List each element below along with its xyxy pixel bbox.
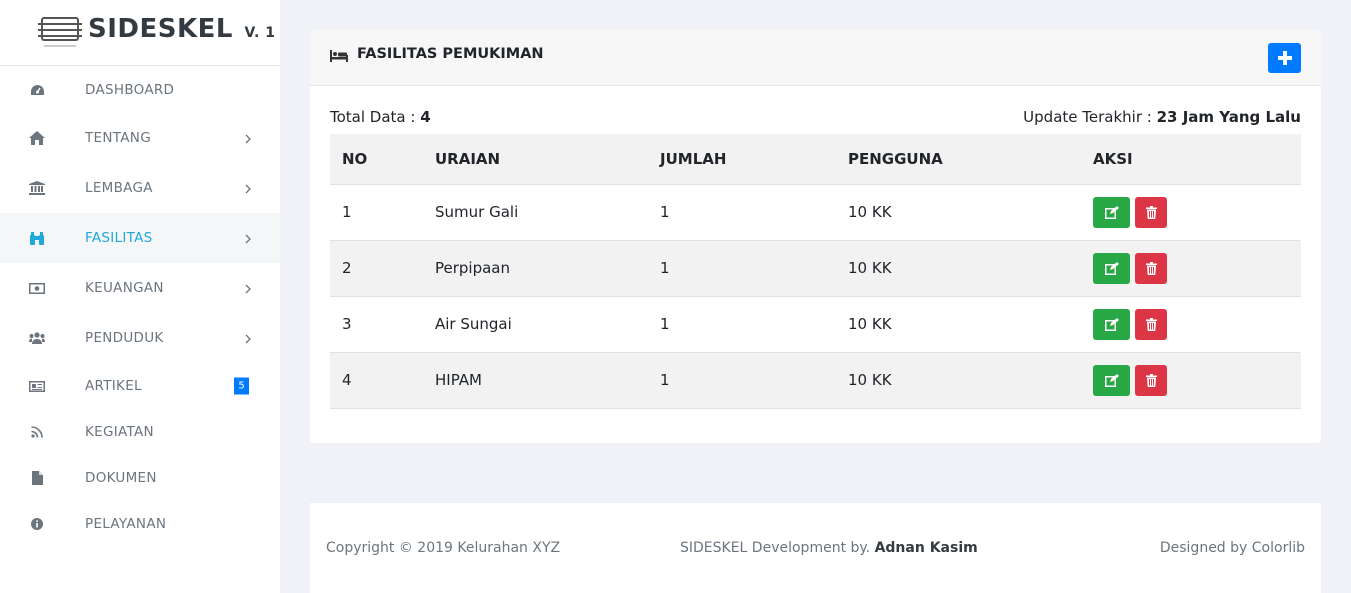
delete-button[interactable] xyxy=(1135,308,1167,340)
column-header-uraian: URAIAN xyxy=(435,134,660,185)
plus-icon xyxy=(1277,51,1292,65)
file-icon xyxy=(29,470,45,486)
cell-pengguna: 10 KK xyxy=(848,296,1093,353)
copyright-text: Copyright © 2019 Kelurahan XYZ xyxy=(326,540,561,556)
chevron-right-icon xyxy=(245,184,251,194)
cell-jumlah: 1 xyxy=(660,240,848,297)
edit-button[interactable] xyxy=(1093,308,1130,340)
sidebar-item-penduduk[interactable]: PENDUDUK xyxy=(0,313,280,363)
sidebar-item-artikel[interactable]: ARTIKEL 5 xyxy=(0,363,280,409)
cell-uraian: Perpipaan xyxy=(435,240,660,297)
trash-icon xyxy=(1145,317,1157,331)
rss-icon xyxy=(29,424,45,440)
sidebar-item-tentang[interactable]: TENTANG xyxy=(0,113,280,163)
chevron-right-icon xyxy=(245,334,251,344)
cell-pengguna: 10 KK xyxy=(848,240,1093,297)
edit-icon xyxy=(1104,373,1119,387)
developer-name: Adnan Kasim xyxy=(874,540,978,556)
cell-aksi xyxy=(1093,296,1301,353)
cell-no: 3 xyxy=(330,296,435,353)
delete-button[interactable] xyxy=(1135,196,1167,228)
updated-value: 23 Jam Yang Lalu xyxy=(1156,108,1301,126)
add-button[interactable] xyxy=(1268,43,1301,73)
column-header-jumlah: JUMLAH xyxy=(660,134,848,185)
table-row: 1 Sumur Gali 1 10 KK xyxy=(330,184,1301,241)
table-row: 4 HIPAM 1 10 KK xyxy=(330,352,1301,409)
sidebar-item-keuangan[interactable]: KEUANGAN xyxy=(0,263,280,313)
cell-jumlah: 1 xyxy=(660,184,848,241)
bed-icon xyxy=(330,50,348,62)
edit-button[interactable] xyxy=(1093,364,1130,396)
binoculars-icon xyxy=(29,230,45,246)
column-header-pengguna: PENGGUNA xyxy=(848,134,1093,185)
home-icon xyxy=(29,130,45,146)
cell-jumlah: 1 xyxy=(660,296,848,353)
cell-pengguna: 10 KK xyxy=(848,184,1093,241)
users-icon xyxy=(29,330,45,346)
money-icon xyxy=(29,280,45,296)
edit-button[interactable] xyxy=(1093,252,1130,284)
trash-icon xyxy=(1145,373,1157,387)
cell-uraian: Sumur Gali xyxy=(435,184,660,241)
newspaper-icon xyxy=(29,378,45,394)
cell-jumlah: 1 xyxy=(660,352,848,409)
table-row: 2 Perpipaan 1 10 KK xyxy=(330,240,1301,297)
delete-button[interactable] xyxy=(1135,364,1167,396)
sidebar: SIDESKEL V. 1 DASHBOARD TENTANG LEMBAGA xyxy=(0,0,280,593)
sidebar-item-fasilitas[interactable]: FASILITAS xyxy=(0,213,280,263)
developer-credit: SIDESKEL Development by. Adnan Kasim xyxy=(680,540,978,556)
sidebar-nav: DASHBOARD TENTANG LEMBAGA FASILITAS KEUA… xyxy=(0,66,280,547)
institution-icon xyxy=(29,180,45,196)
chevron-right-icon xyxy=(245,134,251,144)
table-row: 3 Air Sungai 1 10 KK xyxy=(330,296,1301,353)
edit-icon xyxy=(1104,205,1119,219)
total-value: 4 xyxy=(420,108,431,126)
cell-uraian: Air Sungai xyxy=(435,296,660,353)
trash-icon xyxy=(1145,261,1157,275)
facilities-table: NO URAIAN JUMLAH PENGGUNA AKSI 1 Sumur G… xyxy=(330,134,1301,409)
column-header-aksi: AKSI xyxy=(1093,134,1301,185)
facilities-card: FASILITAS PEMUKIMAN Total Data : 4 Updat… xyxy=(310,30,1321,443)
designer-credit: Designed by Colorlib xyxy=(1159,540,1305,556)
chevron-right-icon xyxy=(245,234,251,244)
total-data: Total Data : 4 xyxy=(330,108,431,126)
edit-button[interactable] xyxy=(1093,196,1130,228)
cell-no: 4 xyxy=(330,352,435,409)
card-header: FASILITAS PEMUKIMAN xyxy=(310,30,1321,86)
cell-no: 2 xyxy=(330,240,435,297)
column-header-no: NO xyxy=(330,134,435,185)
sidebar-item-dokumen[interactable]: DOKUMEN xyxy=(0,455,280,501)
cell-pengguna: 10 KK xyxy=(848,352,1093,409)
artikel-count-badge: 5 xyxy=(234,377,249,395)
colorlib-link[interactable]: Colorlib xyxy=(1252,540,1305,556)
sidebar-item-dashboard[interactable]: DASHBOARD xyxy=(0,66,280,113)
cell-uraian: HIPAM xyxy=(435,352,660,409)
sidebar-item-lembaga[interactable]: LEMBAGA xyxy=(0,163,280,213)
table-header-row: NO URAIAN JUMLAH PENGGUNA AKSI xyxy=(330,134,1301,185)
cell-no: 1 xyxy=(330,184,435,241)
cell-aksi xyxy=(1093,352,1301,409)
trash-icon xyxy=(1145,205,1157,219)
footer: Copyright © 2019 Kelurahan XYZ SIDESKEL … xyxy=(310,503,1321,593)
last-updated: Update Terakhir : 23 Jam Yang Lalu xyxy=(1023,108,1301,126)
sidebar-item-pelayanan[interactable]: PELAYANAN xyxy=(0,501,280,547)
brand-title: SIDESKEL V. 1 xyxy=(88,14,276,44)
chevron-right-icon xyxy=(245,284,251,294)
edit-icon xyxy=(1104,261,1119,275)
logo-icon xyxy=(38,17,82,47)
cell-aksi xyxy=(1093,184,1301,241)
delete-button[interactable] xyxy=(1135,252,1167,284)
brand[interactable]: SIDESKEL V. 1 xyxy=(0,0,280,66)
info-circle-icon xyxy=(29,516,45,532)
cell-aksi xyxy=(1093,240,1301,297)
card-title: FASILITAS PEMUKIMAN xyxy=(357,46,544,62)
tachometer-icon xyxy=(29,82,45,98)
edit-icon xyxy=(1104,317,1119,331)
sidebar-item-kegiatan[interactable]: KEGIATAN xyxy=(0,409,280,455)
